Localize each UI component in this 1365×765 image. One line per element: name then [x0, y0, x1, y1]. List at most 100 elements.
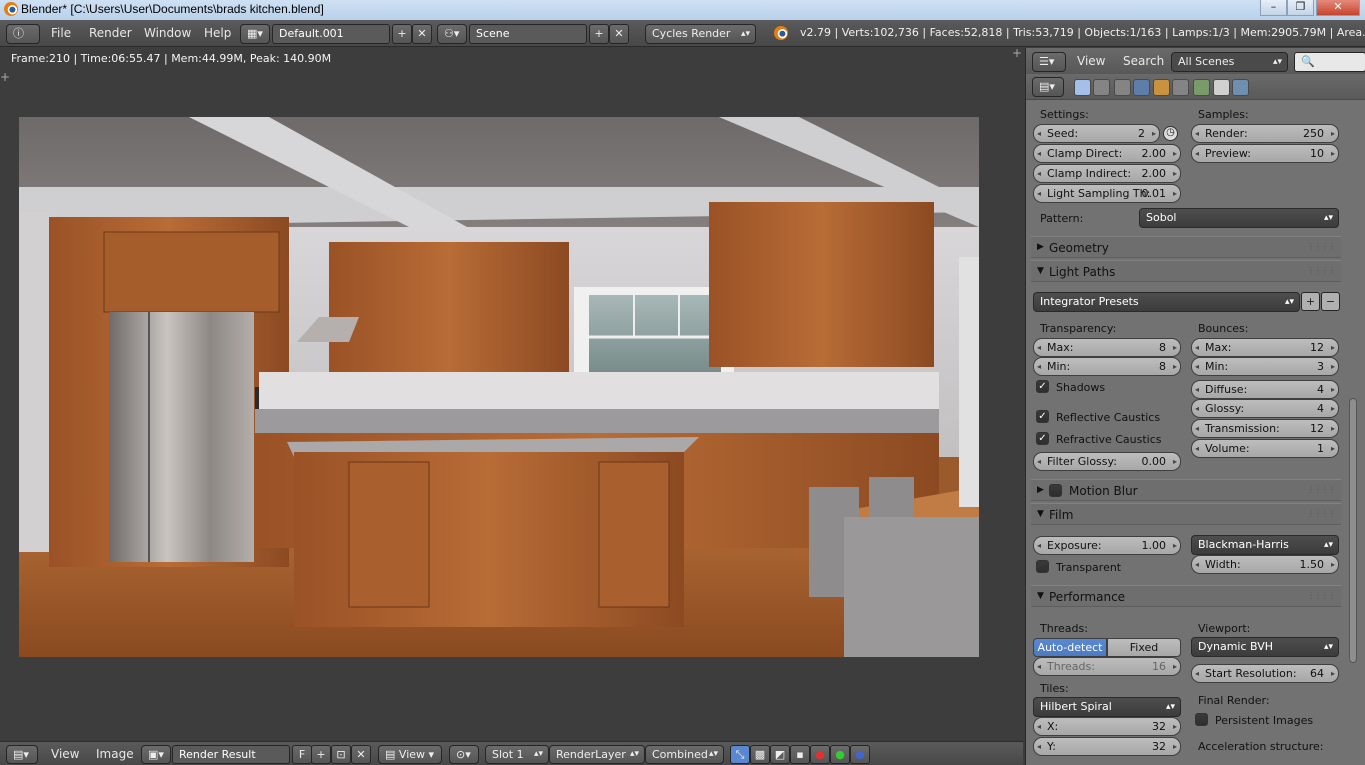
new-image-icon[interactable]: +: [311, 745, 331, 764]
grey-channel-icon[interactable]: ▪: [790, 745, 810, 764]
drag-grip-icon[interactable]: ⋮⋮⋮⋮: [1307, 266, 1336, 275]
fake-user-button[interactable]: F: [292, 745, 312, 764]
motion-blur-panel-header[interactable]: ▶ Motion Blur ⋮⋮⋮⋮: [1031, 479, 1341, 501]
scene-tab-icon[interactable]: [1114, 79, 1131, 96]
properties-scrollbar[interactable]: [1349, 398, 1357, 663]
transmission-bounces-field[interactable]: Transmission: 12: [1191, 419, 1339, 438]
drag-grip-icon[interactable]: ⋮⋮⋮⋮: [1307, 485, 1336, 494]
outliner-view-menu[interactable]: View: [1077, 54, 1105, 68]
screen-layout-browse-button[interactable]: ▦▾: [240, 24, 270, 44]
unlink-image-icon[interactable]: ✕: [351, 745, 371, 764]
animated-seed-clock-icon[interactable]: ◷: [1163, 126, 1178, 141]
viewport-bvh-dropdown[interactable]: Dynamic BVH ▴▾: [1191, 637, 1339, 657]
transparent-film-checkbox[interactable]: [1036, 560, 1049, 573]
transparency-min-field[interactable]: Min: 8: [1033, 357, 1181, 376]
maximize-button[interactable]: ❐: [1287, 0, 1314, 16]
menu-image[interactable]: Image: [96, 747, 134, 761]
render-pass-dropdown[interactable]: Combined ▴▾: [645, 745, 724, 764]
alpha-checker-icon[interactable]: ▩: [750, 745, 770, 764]
motion-blur-checkbox[interactable]: [1049, 484, 1062, 497]
minimize-button[interactable]: –: [1260, 0, 1287, 16]
green-channel-icon[interactable]: ●: [830, 745, 850, 764]
filter-glossy-field[interactable]: Filter Glossy: 0.00: [1033, 452, 1181, 471]
preview-samples-field[interactable]: Preview: 10: [1191, 144, 1339, 163]
glossy-bounces-field[interactable]: Glossy: 4: [1191, 399, 1339, 418]
menu-help[interactable]: Help: [204, 26, 231, 40]
pivot-dropdown[interactable]: ⊙▾: [449, 745, 479, 764]
tile-x-field[interactable]: X: 32: [1033, 717, 1181, 736]
clamp-direct-field[interactable]: Clamp Direct: 2.00: [1033, 144, 1181, 163]
render-samples-field[interactable]: Render: 250: [1191, 124, 1339, 143]
editor-type-button[interactable]: ▤▾: [6, 745, 38, 764]
properties-editor-type-button[interactable]: ▤▾: [1032, 77, 1064, 97]
diffuse-bounces-field[interactable]: Diffuse: 4: [1191, 380, 1339, 399]
integrator-presets-dropdown[interactable]: Integrator Presets ▴▾: [1033, 292, 1300, 312]
geometry-panel-header[interactable]: ▶ Geometry ⋮⋮⋮⋮: [1031, 236, 1341, 258]
add-scene-icon[interactable]: +: [589, 24, 609, 44]
menu-render[interactable]: Render: [89, 26, 132, 40]
remove-scene-icon[interactable]: ✕: [609, 24, 629, 44]
volume-bounces-field[interactable]: Volume: 1: [1191, 439, 1339, 458]
tile-y-field[interactable]: Y: 32: [1033, 737, 1181, 756]
physics-tab-icon[interactable]: [1232, 79, 1249, 96]
add-screen-icon[interactable]: +: [392, 24, 412, 44]
persistent-images-checkbox[interactable]: [1195, 713, 1208, 726]
reflective-caustics-checkbox[interactable]: ✓: [1036, 410, 1049, 423]
pattern-dropdown[interactable]: Sobol ▴▾: [1139, 208, 1339, 228]
light-paths-panel-header[interactable]: ▼ Light Paths ⋮⋮⋮⋮: [1031, 260, 1341, 282]
menu-file[interactable]: File: [51, 26, 71, 40]
render-layers-tab-icon[interactable]: [1093, 79, 1110, 96]
render-engine-dropdown[interactable]: Cycles Render ▴▾: [645, 24, 756, 44]
modifiers-tab-icon[interactable]: [1193, 79, 1210, 96]
drag-grip-icon[interactable]: ⋮⋮⋮⋮: [1307, 591, 1336, 600]
outliner-search-menu[interactable]: Search: [1123, 54, 1164, 68]
image-editor[interactable]: Frame:210 | Time:06:55.47 | Mem:44.99M, …: [0, 46, 1023, 740]
view-mode-dropdown[interactable]: ▤ View ▾: [378, 745, 442, 764]
outliner-filter-dropdown[interactable]: All Scenes ▴▾: [1171, 52, 1288, 72]
performance-panel-header[interactable]: ▼ Performance ⋮⋮⋮⋮: [1031, 585, 1341, 607]
texture-tab-icon[interactable]: [1213, 79, 1230, 96]
clamp-indirect-field[interactable]: Clamp Indirect: 2.00: [1033, 164, 1181, 183]
scene-browse-button[interactable]: ⚇▾: [437, 24, 467, 44]
remove-preset-icon[interactable]: −: [1321, 292, 1340, 311]
draw-channels-icon[interactable]: ⤡: [730, 745, 750, 764]
editor-type-info-button[interactable]: ⓘ ▾: [6, 24, 40, 58]
shadows-checkbox[interactable]: ✓: [1036, 380, 1049, 393]
area-split-left-icon[interactable]: +: [0, 70, 10, 84]
render-tab-camera-icon[interactable]: [1074, 79, 1091, 96]
drag-grip-icon[interactable]: ⋮⋮⋮⋮: [1307, 509, 1336, 518]
render-layer-dropdown[interactable]: RenderLayer ▴▾: [549, 745, 645, 764]
image-name-field[interactable]: Render Result: [172, 745, 290, 764]
tile-order-dropdown[interactable]: Hilbert Spiral ▴▾: [1033, 697, 1181, 717]
slot-dropdown[interactable]: Slot 1 ▴▾: [485, 745, 549, 764]
transparency-max-field[interactable]: Max: 8: [1033, 338, 1181, 357]
blue-channel-icon[interactable]: ●: [850, 745, 870, 764]
drag-grip-icon[interactable]: ⋮⋮⋮⋮: [1307, 242, 1336, 251]
filter-width-field[interactable]: Width: 1.50: [1191, 555, 1339, 574]
scene-field[interactable]: Scene: [469, 24, 587, 44]
constraints-tab-icon[interactable]: [1172, 79, 1189, 96]
red-channel-icon[interactable]: ●: [810, 745, 830, 764]
outliner-editor-type-button[interactable]: ☰▾: [1032, 52, 1066, 72]
z-buffer-icon[interactable]: ◩: [770, 745, 790, 764]
screen-layout-field[interactable]: Default.001: [272, 24, 390, 44]
render-result-image[interactable]: [19, 117, 979, 657]
film-panel-header[interactable]: ▼ Film ⋮⋮⋮⋮: [1031, 503, 1341, 525]
threads-auto-detect-button[interactable]: Auto-detect: [1033, 638, 1107, 657]
pixel-filter-dropdown[interactable]: Blackman-Harris ▴▾: [1191, 535, 1339, 555]
area-split-icon[interactable]: +: [1012, 46, 1022, 60]
menu-window[interactable]: Window: [144, 26, 191, 40]
light-sampling-threshold-field[interactable]: Light Sampling Th: 0.01: [1033, 184, 1181, 203]
bounces-max-field[interactable]: Max: 12: [1191, 338, 1339, 357]
seed-field[interactable]: Seed: 2: [1033, 124, 1160, 143]
bounces-min-field[interactable]: Min: 3: [1191, 357, 1339, 376]
menu-view[interactable]: View: [51, 747, 79, 761]
image-browse-button[interactable]: ▣▾: [141, 745, 171, 764]
start-resolution-field[interactable]: Start Resolution: 64: [1191, 664, 1339, 683]
close-button[interactable]: ✕: [1316, 0, 1360, 16]
object-tab-icon[interactable]: [1153, 79, 1170, 96]
world-tab-icon[interactable]: [1133, 79, 1150, 96]
exposure-field[interactable]: Exposure: 1.00: [1033, 536, 1181, 555]
threads-fixed-button[interactable]: Fixed: [1107, 638, 1181, 657]
outliner-search-field[interactable]: 🔍: [1294, 52, 1365, 72]
